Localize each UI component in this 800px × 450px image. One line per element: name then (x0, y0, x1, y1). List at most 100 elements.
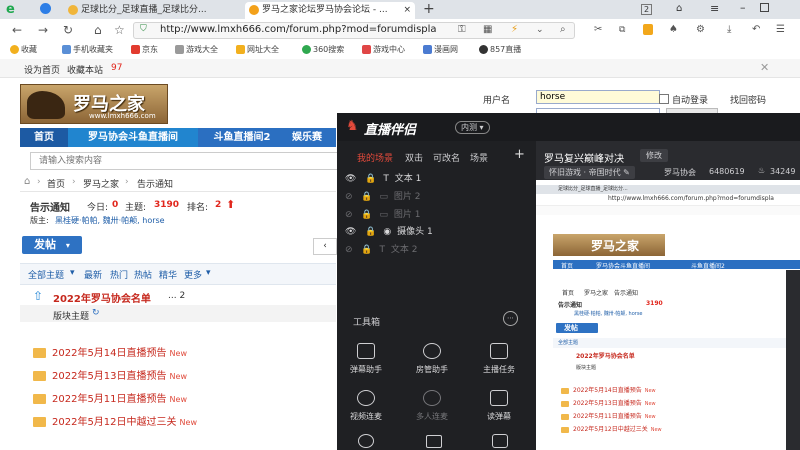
eye-off-icon[interactable]: ⊘ (345, 192, 353, 202)
address-bar[interactable]: ⛉ http://www.lmxh666.com/forum.php?mod=f… (133, 22, 575, 39)
home-icon[interactable]: ⌂ (94, 23, 102, 37)
bookmark-jd[interactable]: 京东 (131, 44, 158, 55)
back-icon[interactable]: ← (12, 23, 22, 37)
set-homepage-link[interactable]: 设为首页 (24, 63, 60, 76)
close-tab-icon[interactable]: × (403, 2, 411, 19)
minimize-icon[interactable]: – (740, 1, 746, 14)
source-row[interactable]: ⊘ 🔒 ▭ 图片 2 (345, 189, 421, 202)
shield-icon[interactable] (643, 24, 653, 35)
beta-badge[interactable]: 内测 ▾ (455, 121, 490, 134)
tool-video-link[interactable]: 视频连麦 (340, 390, 392, 422)
tool-more-icon-3[interactable] (492, 434, 508, 448)
bookmark-game-center[interactable]: 游戏中心 (362, 44, 405, 55)
extension-icon[interactable]: ♠ (669, 23, 678, 37)
translate-icon[interactable]: ⧉ (619, 23, 625, 37)
tab-counter[interactable]: 2 (641, 4, 653, 15)
thread-row[interactable]: 2022年5月12日中越过三关 New (33, 413, 197, 428)
lock-icon[interactable]: 🔒 (365, 174, 376, 184)
bookmark-site-link[interactable]: 收藏本站 (67, 63, 103, 76)
username-input[interactable] (536, 90, 660, 104)
auto-login-checkbox[interactable] (659, 94, 669, 104)
eye-off-icon[interactable]: ⊘ (345, 210, 353, 220)
forum-search-box[interactable] (30, 152, 338, 170)
tool-more-icon-2[interactable] (426, 435, 442, 448)
dropdown-icon[interactable]: ⌄ (536, 23, 544, 37)
lock-icon[interactable]: 🔒 (361, 210, 372, 220)
tool-streamer-tasks[interactable]: 主播任务 (473, 343, 525, 375)
new-tab-button[interactable]: + (423, 1, 435, 17)
source-row[interactable]: 👁 🔒 T 文本 1 (345, 171, 421, 184)
nav-home[interactable]: 首页 (20, 128, 68, 147)
nav-douyu-room[interactable]: 罗马协会斗鱼直播间 (68, 128, 198, 147)
forward-icon[interactable]: → (38, 23, 48, 37)
browser-logo-icon[interactable]: e (6, 2, 15, 17)
bookmark-favorites[interactable]: 收藏 (10, 44, 37, 55)
nav-entertainment[interactable]: 娱乐赛 (292, 128, 336, 147)
search-icon[interactable]: ⌕ (560, 23, 566, 37)
tab-football[interactable]: 足球比分_足球直播_足球比分... (64, 2, 239, 19)
lock-icon[interactable]: 🔒 (365, 227, 376, 237)
eye-off-icon[interactable]: ⊘ (345, 245, 353, 255)
tool-danmaku-assistant[interactable]: 弹幕助手 (340, 343, 392, 375)
toolbox-more-icon[interactable]: ⋯ (503, 311, 518, 326)
nav-douyu-room-2[interactable]: 斗鱼直播间2 (198, 128, 286, 147)
lightning-icon[interactable]: ⚡ (511, 23, 518, 37)
source-row[interactable]: 👁 🔒 ◉ 摄像头 1 (345, 224, 433, 237)
filter-all[interactable]: 全部主题 (28, 268, 64, 281)
bookmark-857[interactable]: 857直播 (479, 44, 521, 55)
category-tag[interactable]: 怀旧游戏 · 帝国时代 ✎ (544, 166, 635, 179)
restore-icon[interactable] (760, 3, 769, 12)
add-scene-icon[interactable]: + (514, 147, 525, 162)
pinned-thread-pages[interactable]: ... 2 (168, 291, 185, 301)
home-crumb-icon[interactable]: ⌂ (24, 176, 30, 187)
bookmark-360[interactable]: 360搜索 (302, 44, 344, 55)
breadcrumb-roma[interactable]: 罗马之家 (83, 177, 119, 190)
tab-forum[interactable]: 罗马之家论坛罗马协会论坛 - ... × (245, 2, 415, 19)
compass-icon[interactable] (40, 3, 51, 14)
scene-tab-rename[interactable]: 可改名 (433, 151, 460, 164)
thread-row[interactable]: 2022年5月13日直播预告 New (33, 367, 187, 382)
grid-icon[interactable]: ▦ (483, 23, 492, 37)
bookmark-comics[interactable]: 漫画网 (423, 44, 458, 55)
filter-hot-posts[interactable]: 热帖 (134, 268, 152, 281)
source-row[interactable]: ⊘ 🔒 ▭ 图片 1 (345, 207, 421, 220)
moderators-list[interactable]: 黑桂硬·帕帕, 魏卅·帕颠, horse (55, 215, 165, 226)
prev-page-button[interactable]: ‹ (313, 238, 337, 255)
filter-digest[interactable]: 精华 (159, 268, 177, 281)
filter-more[interactable]: 更多 (184, 268, 202, 281)
bookmark-sites[interactable]: 网址大全 (236, 44, 279, 55)
star-outline-icon[interactable]: ☆ (114, 23, 125, 37)
tool-room-admin[interactable]: 房管助手 (406, 343, 458, 375)
source-row[interactable]: ⊘ 🔒 T 文本 2 (345, 242, 417, 255)
filter-hot[interactable]: 热门 (110, 268, 128, 281)
thread-row[interactable]: 2022年5月11日直播预告 New (33, 390, 187, 405)
scissors-icon[interactable]: ✂ (594, 23, 602, 37)
scene-tab-mine[interactable]: 我的场景 (357, 151, 393, 164)
breadcrumb-home[interactable]: 首页 (47, 177, 65, 190)
eye-icon[interactable]: 👁 (345, 227, 356, 237)
site-logo[interactable]: 罗马之家 www.lmxh666.com (20, 84, 168, 124)
edit-title-button[interactable]: 修改 (640, 149, 668, 162)
breadcrumb-notice[interactable]: 告示通知 (137, 177, 173, 190)
scene-tab-scene[interactable]: 场景 (470, 151, 488, 164)
tool-multi-link[interactable]: 多人连麦 (406, 390, 458, 422)
key-icon[interactable]: ⚿ (458, 23, 466, 37)
scene-tab-double-click[interactable]: 双击 (405, 151, 423, 164)
more-icon[interactable]: ☰ (776, 23, 785, 37)
shirt-icon[interactable]: ⌂ (676, 3, 682, 14)
thread-row[interactable]: 2022年5月14日直播预告 New (33, 344, 187, 359)
tool-more-icon-1[interactable] (358, 434, 374, 448)
bookmark-mobile[interactable]: 手机收藏夹 (62, 44, 113, 55)
filter-latest[interactable]: 最新 (84, 268, 102, 281)
lock-icon[interactable]: 🔒 (361, 245, 372, 255)
menu-icon[interactable]: ≡ (710, 2, 719, 15)
eye-icon[interactable]: 👁 (345, 174, 356, 184)
tool-read-danmaku[interactable]: 读弹幕 (473, 390, 525, 422)
close-icon[interactable]: ✕ (760, 61, 769, 74)
puzzle-icon[interactable]: ⚙ (696, 23, 705, 37)
retrieve-password-link[interactable]: 找回密码 (730, 93, 766, 106)
pinned-thread-title[interactable]: 2022年罗马协会名单 (53, 290, 151, 305)
undo-icon[interactable]: ↶ (752, 23, 760, 37)
forum-search-input[interactable] (37, 155, 321, 167)
refresh-icon[interactable]: ↻ (63, 23, 73, 37)
